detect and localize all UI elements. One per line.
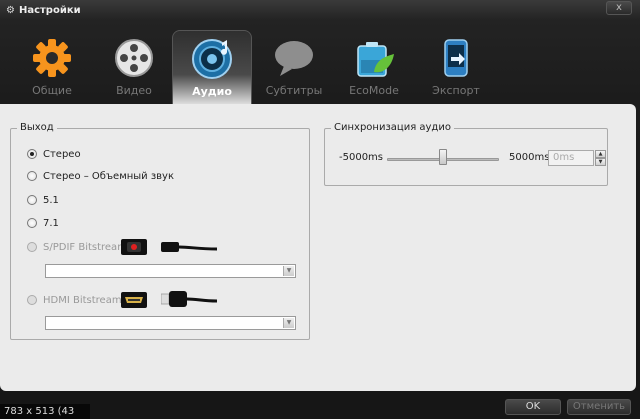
close-button[interactable]: x <box>606 1 632 15</box>
gear-icon: ⚙ <box>6 4 15 16</box>
cancel-button[interactable]: Отменить <box>567 399 631 415</box>
ok-button[interactable]: OK <box>505 399 561 415</box>
audio-settings-panel: Выход Стерео Стерео – Объемный звук 5.1 … <box>0 104 636 391</box>
tab-general[interactable]: Общие <box>12 30 92 104</box>
output-option-5-1[interactable]: 5.1 <box>27 193 59 207</box>
sync-min-label: -5000ms <box>339 152 384 163</box>
audio-sync-title: Синхронизация аудио <box>331 122 454 133</box>
window-title: Настройки <box>18 4 81 16</box>
spin-up-button[interactable]: ▲ <box>595 150 606 158</box>
sync-spinner: ▲ ▼ <box>595 150 606 166</box>
audio-sync-group: Синхронизация аудио -5000ms 5000ms 0ms ▲… <box>324 122 608 186</box>
battery-leaf-icon <box>357 42 394 77</box>
tab-audio[interactable]: Аудио <box>172 30 252 104</box>
speaker-icon <box>192 39 232 79</box>
sync-offset-input[interactable]: 0ms <box>548 150 594 166</box>
radio-label: S/PDIF Bitstream <box>43 241 127 253</box>
sync-max-label: 5000ms <box>509 152 550 163</box>
tab-label: Общие <box>32 84 72 97</box>
radio-button[interactable] <box>27 195 37 205</box>
spdif-dropdown[interactable]: ▼ <box>45 264 296 278</box>
tab-label: Субтитры <box>265 84 323 97</box>
radio-label: 7.1 <box>43 217 59 229</box>
tab-label: Аудио <box>192 85 232 98</box>
radio-button[interactable] <box>27 295 37 305</box>
radio-button[interactable] <box>27 149 37 159</box>
output-option-7-1[interactable]: 7.1 <box>27 216 59 230</box>
output-option-stereo[interactable]: Стерео <box>27 147 81 161</box>
tab-label: Видео <box>116 84 152 97</box>
radio-label: HDMI Bitstream <box>43 294 122 306</box>
speech-bubble-icon <box>275 41 313 76</box>
output-option-hdmi[interactable]: HDMI Bitstream <box>27 293 122 307</box>
output-group: Выход Стерео Стерео – Объемный звук 5.1 … <box>10 122 310 340</box>
radio-button[interactable] <box>27 218 37 228</box>
tab-bar: Общие Видео Аудио Субтитры EcoMode Экспо… <box>12 30 632 105</box>
hdmi-cable-icon <box>161 291 217 307</box>
tab-subtitles[interactable]: Субтитры <box>254 30 334 104</box>
spdif-port-icon <box>121 239 147 255</box>
chevron-down-icon[interactable]: ▼ <box>283 318 294 328</box>
radio-label: Стерео – Объемный звук <box>43 170 175 182</box>
radio-button[interactable] <box>27 171 37 181</box>
sync-slider-thumb[interactable] <box>439 149 447 165</box>
radio-label: 5.1 <box>43 194 59 206</box>
output-option-spdif[interactable]: S/PDIF Bitstream <box>27 240 127 254</box>
radio-button[interactable] <box>27 242 37 252</box>
hdmi-port-icon <box>121 292 147 308</box>
tab-label: Экспорт <box>432 84 480 97</box>
export-device-icon <box>444 39 468 77</box>
hdmi-dropdown[interactable]: ▼ <box>45 316 296 330</box>
title-bar: ⚙ Настройки <box>0 0 640 20</box>
spdif-cable-icon <box>161 242 217 252</box>
tab-export[interactable]: Экспорт <box>416 30 496 104</box>
spin-down-button[interactable]: ▼ <box>595 158 606 166</box>
settings-window: ⚙ Настройки x Общие Видео Аудио Субтитры… <box>0 0 640 419</box>
film-reel-icon <box>115 39 153 77</box>
tab-video[interactable]: Видео <box>94 30 174 104</box>
output-option-stereo-surround[interactable]: Стерео – Объемный звук <box>27 169 174 183</box>
chevron-down-icon[interactable]: ▼ <box>283 266 294 276</box>
output-group-title: Выход <box>17 122 57 133</box>
radio-label: Стерео <box>43 148 81 160</box>
tab-label: EcoMode <box>349 84 399 97</box>
gear-icon <box>33 39 71 77</box>
tab-ecomode[interactable]: EcoMode <box>334 30 414 104</box>
image-size-status: 783 x 513 (43 KB) <box>0 404 90 419</box>
